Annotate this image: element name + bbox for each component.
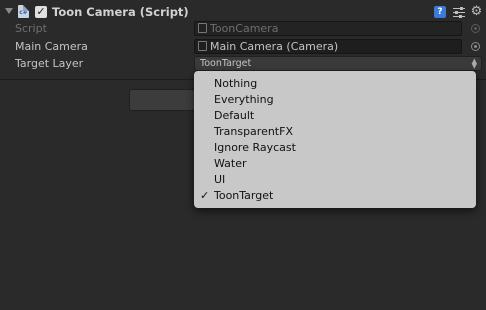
script-label: Script [15,22,47,35]
dropdown-item-nothing[interactable]: Nothing [194,76,476,92]
dropdown-item-default[interactable]: Default [194,108,476,124]
dropdown-item-label: ToonTarget [214,189,274,202]
dropdown-item-label: Default [214,109,255,122]
dropdown-item-label: TransparentFX [214,125,293,138]
main-camera-label: Main Camera [15,40,88,53]
dropdown-item-everything[interactable]: Everything [194,92,476,108]
foldout-arrow-icon[interactable] [5,8,13,14]
object-picker-icon[interactable] [471,42,480,51]
component-header: c# ✓ Toon Camera (Script) ? ⚙ [0,0,486,20]
preset-icon[interactable] [453,6,465,18]
dropdown-item-label: Ignore Raycast [214,141,296,154]
component-enabled-checkbox[interactable]: ✓ [35,6,47,18]
dropdown-item-toontarget[interactable]: ✓ ToonTarget [194,188,476,204]
dropdown-item-label: UI [214,173,226,186]
check-icon [200,108,212,124]
script-file-icon [198,23,207,33]
component-title: Toon Camera (Script) [52,5,189,19]
camera-icon [198,41,207,51]
dropdown-item-ui[interactable]: UI [194,172,476,188]
gear-icon[interactable]: ⚙ [470,5,483,18]
check-icon [200,124,212,140]
target-layer-popup[interactable]: ToonTarget ▲ ▼ [194,56,482,71]
main-camera-field-value: Main Camera (Camera) [210,40,339,53]
check-icon [200,92,212,108]
check-icon [200,172,212,188]
check-icon [200,156,212,172]
target-layer-row: Target Layer ToonTarget ▲ ▼ [0,55,486,72]
layer-dropdown-menu: Nothing Everything Default TransparentFX… [194,71,476,208]
check-icon [200,76,212,92]
main-camera-row: Main Camera Main Camera (Camera) [0,38,486,55]
script-row: Script ToonCamera [0,20,486,37]
dropdown-item-transparentfx[interactable]: TransparentFX [194,124,476,140]
object-picker-icon [471,24,480,33]
main-camera-field[interactable]: Main Camera (Camera) [194,39,462,54]
dropdown-item-label: Water [214,157,247,170]
target-layer-value: ToonTarget [200,58,252,69]
dropdown-item-label: Nothing [214,77,258,90]
script-icon: c# [18,5,29,18]
dropdown-item-water[interactable]: Water [194,156,476,172]
dropdown-item-ignore-raycast[interactable]: Ignore Raycast [194,140,476,156]
popup-arrows-icon: ▲ ▼ [471,57,477,70]
check-icon [200,140,212,156]
dropdown-item-label: Everything [214,93,274,106]
help-icon[interactable]: ? [434,6,446,18]
script-field-value: ToonCamera [210,22,279,35]
target-layer-label: Target Layer [15,57,84,70]
script-field: ToonCamera [194,21,462,36]
check-icon: ✓ [200,189,210,202]
